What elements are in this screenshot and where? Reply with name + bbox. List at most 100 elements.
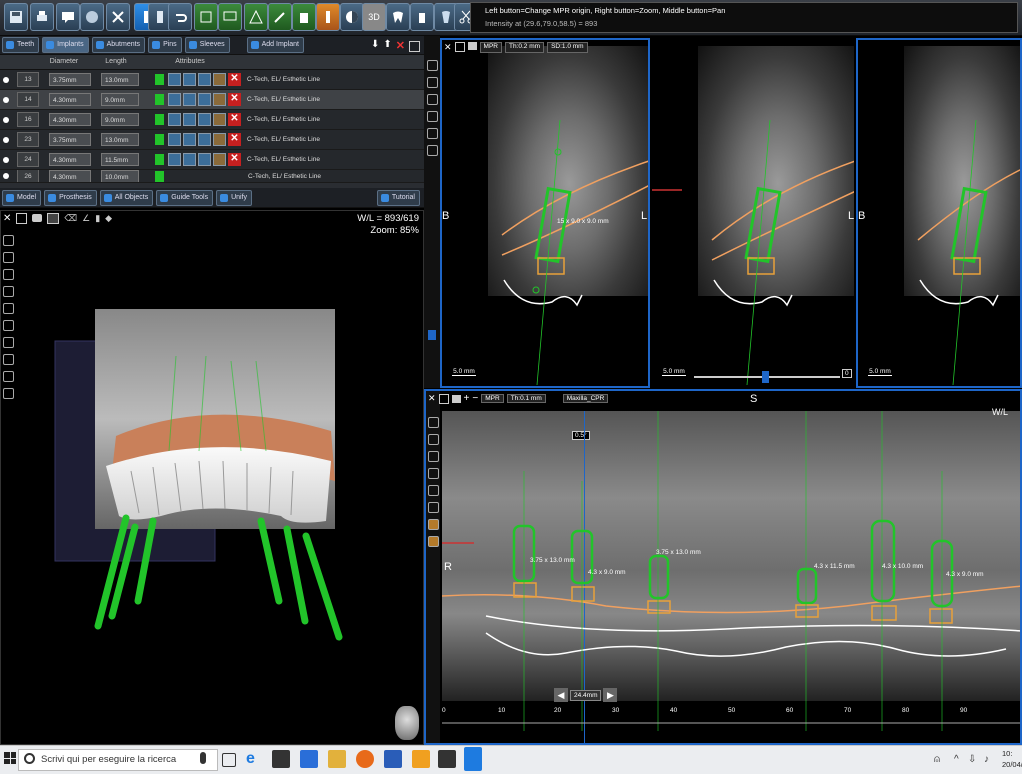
arrow-down-icon[interactable] (426, 111, 438, 122)
tray-chevron-icon[interactable]: ^ (954, 754, 959, 765)
arrow-right-icon[interactable] (2, 320, 14, 331)
zoom-out-icon[interactable] (2, 252, 14, 263)
settings-icon[interactable] (168, 113, 181, 126)
implant-small-icon[interactable]: ▮ (95, 213, 100, 224)
tab-abutments[interactable]: Abutments (91, 37, 146, 53)
tab-teeth[interactable]: Teeth (2, 37, 40, 53)
tooth-small-icon[interactable]: ◆ (105, 213, 112, 224)
delete-icon[interactable]: ✕ (396, 39, 405, 52)
settings-icon[interactable] (168, 93, 181, 106)
app-shield-icon[interactable] (384, 750, 402, 768)
clock[interactable]: 10: 20/04/ (1002, 748, 1022, 770)
table-row[interactable]: 26 4.30mm 10.0mm C-Tech, EL/ Esthetic Li… (0, 170, 424, 183)
contrast-icon[interactable] (340, 3, 364, 31)
remove-icon[interactable]: ✕ (228, 73, 241, 86)
tab-unify[interactable]: Unify (216, 189, 253, 206)
save-icon[interactable] (4, 3, 28, 31)
layout-icon[interactable] (47, 212, 60, 224)
abutment-icon[interactable] (198, 93, 211, 106)
add-implant-button[interactable]: Add Implant (246, 37, 304, 53)
arrow-up-icon[interactable] (2, 269, 14, 280)
remove-icon[interactable]: ✕ (228, 113, 241, 126)
diameter-field[interactable]: 4.30mm (49, 113, 91, 126)
table-row[interactable]: 24 4.30mm 11.5mm ✕ C-Tech, EL/ Esthetic … (0, 150, 424, 170)
length-field[interactable]: 10.0mm (101, 170, 139, 182)
diameter-field[interactable]: 4.30mm (49, 93, 91, 106)
remove-icon[interactable]: ✕ (228, 153, 241, 166)
head-orientation-icon[interactable] (395, 706, 419, 740)
arrow-down-icon[interactable] (2, 286, 14, 297)
network-icon[interactable]: ⇩ (968, 754, 976, 765)
abutment-icon[interactable] (198, 73, 211, 86)
taskbar-search-input[interactable]: Scrivi qui per eseguire la ricerca (18, 749, 218, 771)
tab-pins[interactable]: Pins (148, 37, 182, 53)
implant-icon[interactable] (183, 73, 196, 86)
implant-icon[interactable] (183, 93, 196, 106)
diameter-field[interactable]: 4.30mm (49, 170, 91, 182)
diameter-field[interactable]: 3.75mm (49, 73, 91, 86)
dropbox-icon[interactable] (300, 750, 318, 768)
window-icon[interactable] (409, 40, 420, 52)
edit-icon[interactable] (268, 3, 292, 31)
view-icon[interactable] (2, 388, 14, 399)
implant-orange-icon[interactable] (316, 3, 340, 31)
eraser-icon[interactable]: ⌫ (64, 213, 77, 224)
view-3d[interactable]: ✕ ⌫ ∠ ▮ ◆ W/L = 893/619 Zoom: 85% (0, 210, 424, 745)
remove-icon[interactable]: ✕ (228, 133, 241, 146)
visible-toggle-icon[interactable] (155, 134, 164, 145)
sleeve-icon[interactable] (213, 153, 226, 166)
arrow-up-icon[interactable]: ⬆ (383, 39, 391, 52)
scroll-handle[interactable] (428, 330, 436, 340)
table-row[interactable]: 16 4.30mm 9.0mm ✕ C-Tech, EL/ Esthetic L… (0, 110, 424, 130)
table-row[interactable]: 23 3.75mm 13.0mm ✕ C-Tech, EL/ Esthetic … (0, 130, 424, 150)
display-icon[interactable] (218, 3, 242, 31)
arrow-left-icon[interactable] (2, 303, 14, 314)
visible-toggle-icon[interactable] (155, 154, 164, 165)
next-icon[interactable]: ▶ (603, 688, 618, 702)
settings-icon[interactable] (168, 153, 181, 166)
abutment-icon[interactable] (198, 153, 211, 166)
length-field[interactable]: 9.0mm (101, 93, 139, 106)
arrow-right-icon[interactable] (426, 145, 438, 156)
zoom-out-icon[interactable] (426, 77, 438, 88)
visible-toggle-icon[interactable] (155, 94, 164, 105)
implant-icon[interactable] (183, 153, 196, 166)
mail-icon[interactable] (438, 750, 456, 768)
microphone-icon[interactable] (200, 752, 206, 764)
visible-toggle-icon[interactable] (155, 114, 164, 125)
length-field[interactable]: 13.0mm (101, 133, 139, 146)
sleeve-icon[interactable] (213, 133, 226, 146)
length-field[interactable]: 13.0mm (101, 73, 139, 86)
sleeve-icon[interactable] (213, 93, 226, 106)
diameter-field[interactable]: 3.75mm (49, 133, 91, 146)
sleeve-icon[interactable] (213, 73, 226, 86)
tab-prosthesis[interactable]: Prosthesis (44, 189, 97, 206)
abutment-icon[interactable] (198, 133, 211, 146)
firefox-icon[interactable] (356, 750, 374, 768)
view-3d-icon[interactable]: 3D (362, 3, 386, 31)
tutorial-button[interactable]: Tutorial (376, 189, 420, 206)
diameter-field[interactable]: 4.30mm (49, 153, 91, 166)
active-app-icon[interactable] (464, 747, 482, 771)
edge-icon[interactable]: e (246, 750, 264, 768)
arrow-left-icon[interactable] (426, 128, 438, 139)
store-icon[interactable] (272, 750, 290, 768)
task-view-icon[interactable] (222, 753, 236, 767)
people-icon[interactable]: ⍝ (934, 754, 940, 765)
length-field[interactable]: 11.5mm (101, 153, 139, 166)
table-row[interactable]: 13 3.75mm 13.0mm ✕ C-Tech, EL/ Esthetic … (0, 70, 424, 90)
implant-icon[interactable] (183, 133, 196, 146)
tab-all-objects[interactable]: All Objects (99, 189, 154, 206)
warning-icon[interactable] (244, 3, 268, 31)
info-icon[interactable] (80, 3, 104, 31)
settings-icon[interactable] (168, 73, 181, 86)
tooth-icon[interactable] (386, 3, 410, 31)
tools-icon[interactable] (106, 3, 130, 31)
fullscreen-icon[interactable] (16, 212, 28, 224)
angle-icon[interactable]: ∠ (82, 213, 90, 224)
reset-icon[interactable] (2, 371, 14, 382)
tab-guide-tools[interactable]: Guide Tools (156, 189, 214, 206)
bottle-icon[interactable] (410, 3, 434, 31)
print-icon[interactable] (30, 3, 54, 31)
camera-icon[interactable] (32, 214, 43, 222)
